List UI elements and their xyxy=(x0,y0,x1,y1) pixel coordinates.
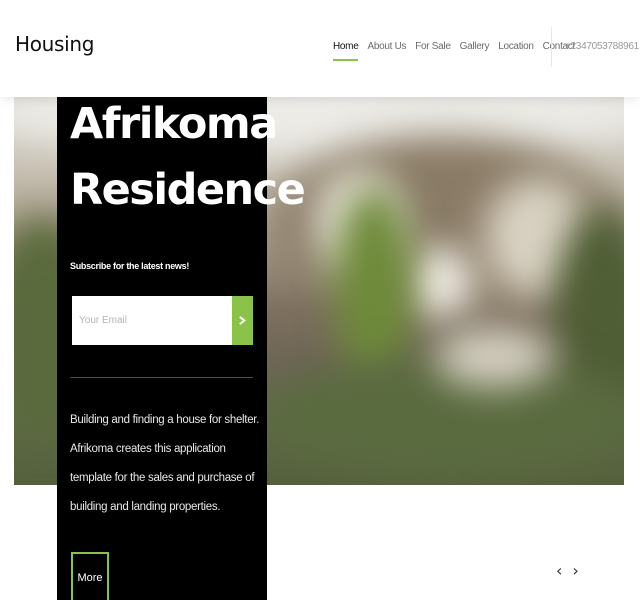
nav-home[interactable]: Home xyxy=(333,41,359,61)
header-divider xyxy=(551,27,552,67)
phone-number[interactable]: +2347053788961 xyxy=(565,41,639,52)
chevron-right-icon[interactable]: › xyxy=(572,562,578,580)
carousel-controls: ‹ › xyxy=(556,562,579,580)
nav-about-us[interactable]: About Us xyxy=(367,41,406,55)
nav-location[interactable]: Location xyxy=(498,41,534,55)
site-header: Housing Home About Us For Sale Gallery L… xyxy=(0,0,640,97)
nav-gallery[interactable]: Gallery xyxy=(460,41,490,55)
hero-title: Afrikoma Residence xyxy=(70,91,306,223)
email-input[interactable] xyxy=(72,296,232,345)
brand-logo[interactable]: Housing xyxy=(15,32,95,56)
hero-description: Building and finding a house for shelter… xyxy=(70,414,260,513)
subscribe-label: Subscribe for the latest news! xyxy=(70,261,190,271)
nav-for-sale[interactable]: For Sale xyxy=(415,41,451,55)
hero-title-line2: Residence xyxy=(70,165,306,215)
subscribe-submit-button[interactable] xyxy=(232,296,253,345)
more-button[interactable]: More xyxy=(71,552,109,600)
chevron-left-icon[interactable]: ‹ xyxy=(556,562,562,580)
arrow-right-icon xyxy=(239,316,246,325)
hero-title-line1: Afrikoma xyxy=(70,99,278,149)
card-divider xyxy=(70,377,253,378)
main-nav: Home About Us For Sale Gallery Location … xyxy=(333,41,575,61)
hero-card: Afrikoma Residence Subscribe for the lat… xyxy=(57,97,306,600)
